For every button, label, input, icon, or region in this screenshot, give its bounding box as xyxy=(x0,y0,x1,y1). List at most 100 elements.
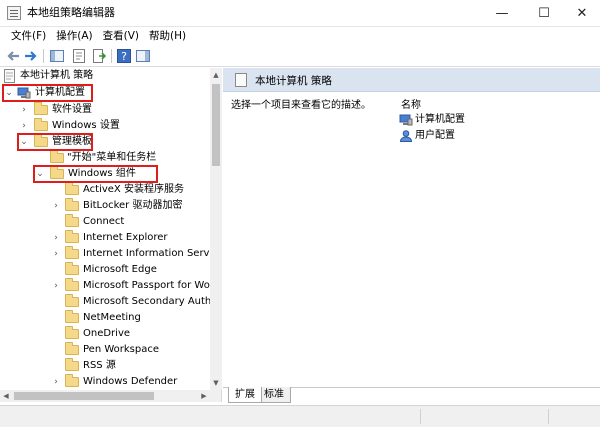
folder-icon xyxy=(65,278,79,291)
tree-component-item[interactable]: › Internet Explorer xyxy=(0,230,210,246)
name-column-header[interactable]: 名称 xyxy=(401,96,421,111)
folder-icon xyxy=(65,182,79,195)
back-icon[interactable] xyxy=(5,48,21,64)
tree-component-label: Microsoft Secondary Auther xyxy=(83,296,210,307)
tree-windows-settings-label: Windows 设置 xyxy=(52,120,120,131)
menu-bar: 文件(F) 操作(A) 查看(V) 帮助(H) xyxy=(0,27,600,45)
tree-software-settings[interactable]: › 软件设置 xyxy=(0,102,210,118)
tree-component-item[interactable]: › Windows Defender xyxy=(0,374,210,390)
tree-component-item[interactable]: Connect xyxy=(0,214,210,230)
close-button[interactable]: ✕ xyxy=(562,0,600,27)
chevron-right-icon[interactable]: › xyxy=(51,246,61,262)
app-icon xyxy=(7,6,21,20)
scroll-left-icon[interactable]: ◀ xyxy=(0,390,12,402)
chevron-right-icon[interactable]: › xyxy=(19,102,29,118)
tree-component-label: Windows Defender xyxy=(83,376,178,387)
chevron-right-icon[interactable]: › xyxy=(51,198,61,214)
toolbar: ? xyxy=(0,45,600,67)
title-bar: 本地组策略编辑器 — ☐ ✕ xyxy=(0,0,600,27)
details-header: 本地计算机 策略 xyxy=(223,68,600,92)
tree-component-item[interactable]: RSS 源 xyxy=(0,358,210,374)
chevron-right-icon[interactable]: › xyxy=(51,374,61,390)
tree-component-label: Microsoft Passport for Wor xyxy=(83,280,210,291)
folder-icon xyxy=(65,214,79,227)
tab-standard[interactable]: 标准 xyxy=(257,387,291,403)
folder-icon xyxy=(65,198,79,211)
folder-icon xyxy=(65,374,79,387)
tree-component-label: BitLocker 驱动器加密 xyxy=(83,200,183,211)
show-hide-action-pane-icon[interactable] xyxy=(135,48,151,64)
scroll-thumb[interactable] xyxy=(212,84,220,166)
tree-start-menu-label: "开始"菜单和任务栏 xyxy=(67,152,157,163)
tab-extended[interactable]: 扩展 xyxy=(228,387,262,403)
policy-doc-icon xyxy=(4,69,15,83)
details-pane: 本地计算机 策略 选择一个项目来查看它的描述。 名称 计算机配置 用户配置 xyxy=(223,68,600,402)
highlight-box xyxy=(17,133,93,151)
tree-component-item[interactable]: › Microsoft Passport for Wor xyxy=(0,278,210,294)
tree-component-label: ActiveX 安装程序服务 xyxy=(83,184,184,195)
folder-icon xyxy=(65,294,79,307)
tree-component-item[interactable]: Microsoft Secondary Auther xyxy=(0,294,210,310)
tree-component-item[interactable]: Microsoft Edge xyxy=(0,262,210,278)
folder-icon xyxy=(65,358,79,371)
folder-icon xyxy=(65,326,79,339)
maximize-button[interactable]: ☐ xyxy=(524,0,564,27)
menu-file[interactable]: 文件(F) xyxy=(6,27,51,45)
list-item-label: 计算机配置 xyxy=(415,114,465,125)
tree-component-item[interactable]: Pen Workspace xyxy=(0,342,210,358)
list-item-label: 用户配置 xyxy=(415,130,455,141)
scroll-down-icon[interactable]: ▼ xyxy=(210,376,222,390)
tree-component-label: RSS 源 xyxy=(83,360,116,371)
status-bar xyxy=(0,405,600,427)
highlight-box xyxy=(33,165,158,183)
computer-icon xyxy=(399,114,413,126)
scroll-up-icon[interactable]: ▲ xyxy=(210,68,222,82)
tree-component-item[interactable]: ActiveX 安装程序服务 xyxy=(0,182,210,198)
tree-component-label: Internet Information Service xyxy=(83,248,210,259)
chevron-right-icon[interactable]: › xyxy=(51,278,61,294)
properties-icon[interactable] xyxy=(71,48,87,64)
tree-root-label: 本地计算机 策略 xyxy=(20,70,94,81)
tree-component-item[interactable]: NetMeeting xyxy=(0,310,210,326)
tree-component-item[interactable]: OneDrive xyxy=(0,326,210,342)
minimize-button[interactable]: — xyxy=(482,0,522,27)
show-hide-tree-icon[interactable] xyxy=(49,48,65,64)
tree-component-label: OneDrive xyxy=(83,328,131,339)
tree-component-label: Microsoft Edge xyxy=(83,264,157,275)
folder-icon xyxy=(65,246,79,259)
tree-component-item[interactable]: › Internet Information Service xyxy=(0,246,210,262)
scroll-thumb[interactable] xyxy=(14,392,154,400)
window-title: 本地组策略编辑器 xyxy=(27,6,115,19)
folder-icon xyxy=(34,102,48,115)
tree-pane: 本地计算机 策略 ⌄ 计算机配置 › 软件设置 › Windows 设置 ⌄ 管… xyxy=(0,68,222,390)
menu-help[interactable]: 帮助(H) xyxy=(144,27,191,45)
scroll-right-icon[interactable]: ▶ xyxy=(198,390,210,402)
tree-horizontal-scrollbar[interactable]: ◀ ▶ xyxy=(0,390,222,402)
tree-component-item[interactable]: › BitLocker 驱动器加密 xyxy=(0,198,210,214)
folder-icon xyxy=(65,310,79,323)
tree-windows-settings[interactable]: › Windows 设置 xyxy=(0,118,210,134)
chevron-right-icon[interactable]: › xyxy=(19,118,29,134)
export-list-icon[interactable] xyxy=(91,48,107,64)
policy-doc-icon xyxy=(235,73,247,87)
highlight-box xyxy=(2,84,93,102)
folder-icon xyxy=(65,262,79,275)
tree-component-label: NetMeeting xyxy=(83,312,141,323)
details-header-title: 本地计算机 策略 xyxy=(255,75,332,87)
tree-root[interactable]: 本地计算机 策略 xyxy=(0,68,210,84)
tree-component-label: Internet Explorer xyxy=(83,232,168,243)
chevron-right-icon[interactable]: › xyxy=(51,230,61,246)
tree-software-settings-label: 软件设置 xyxy=(52,104,92,115)
help-icon[interactable]: ? xyxy=(116,48,132,64)
folder-icon xyxy=(34,118,48,131)
tree-component-label: Pen Workspace xyxy=(83,344,160,355)
menu-action[interactable]: 操作(A) xyxy=(51,27,97,45)
tree-vertical-scrollbar[interactable]: ▲ ▼ xyxy=(210,68,222,390)
view-tabs: 扩展 标准 xyxy=(223,387,600,405)
menu-view[interactable]: 查看(V) xyxy=(98,27,144,45)
forward-icon[interactable] xyxy=(23,48,39,64)
tree-component-label: Connect xyxy=(83,216,125,227)
description-text: 选择一个项目来查看它的描述。 xyxy=(231,100,371,111)
tree-start-menu[interactable]: "开始"菜单和任务栏 xyxy=(0,150,210,166)
folder-icon xyxy=(65,230,79,243)
